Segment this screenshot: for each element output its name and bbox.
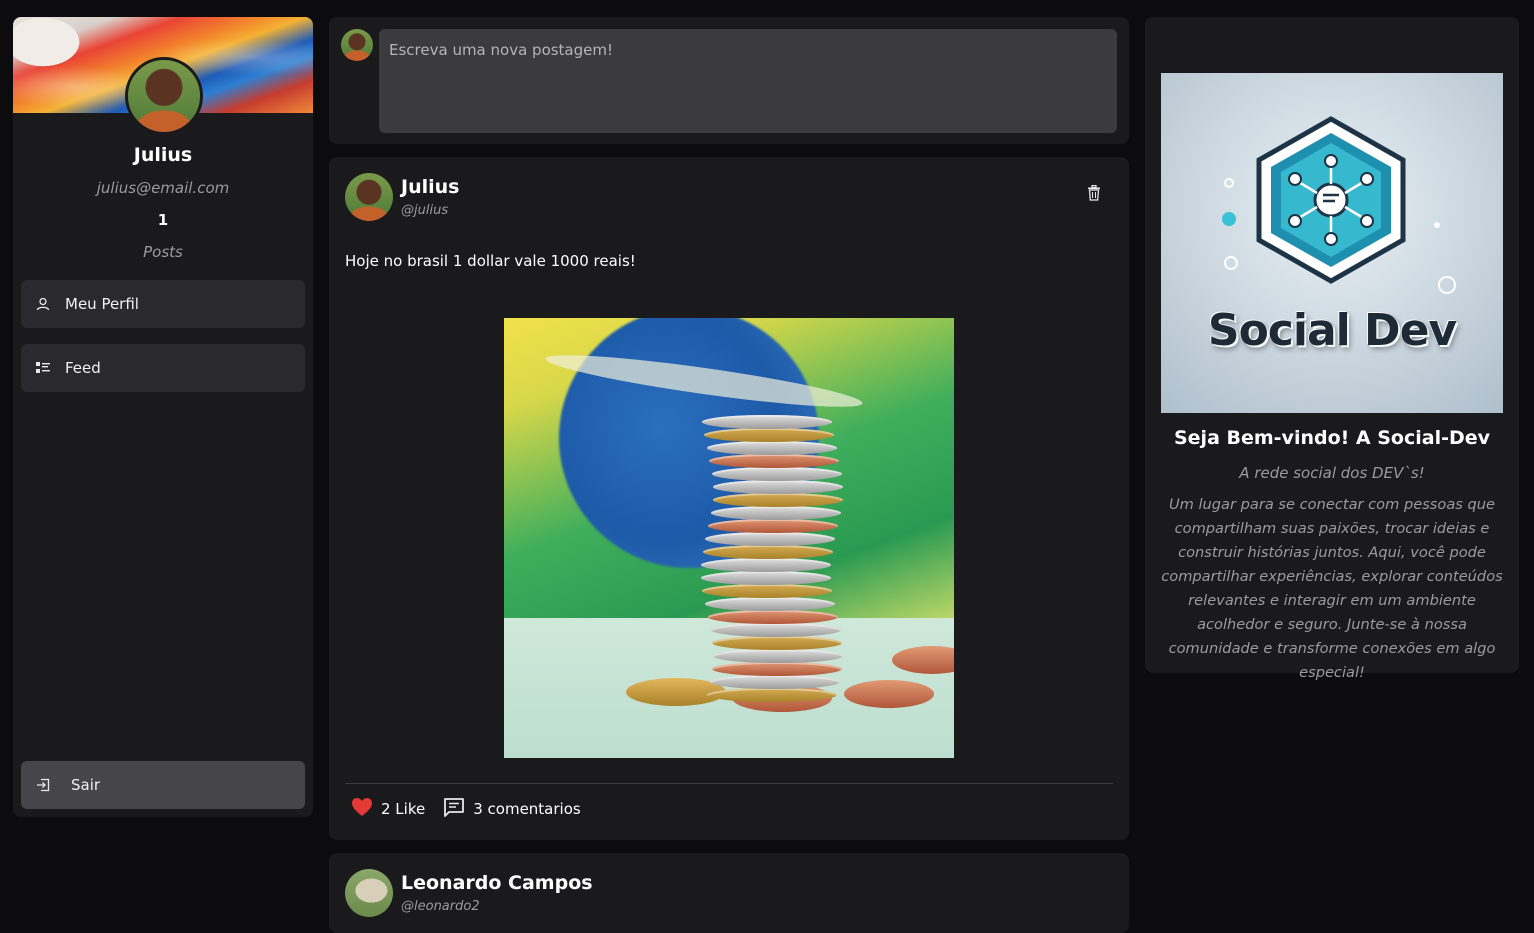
stacked-coin [708, 519, 839, 533]
logout-label: Sair [71, 776, 101, 794]
logout-button[interactable]: Sair [21, 761, 305, 809]
stacked-coin [712, 480, 843, 494]
stacked-coin [705, 532, 836, 546]
list-icon [33, 362, 53, 374]
like-count: 2 Like [381, 800, 426, 818]
feed-label: Feed [65, 359, 101, 377]
profile-name: Julius [133, 144, 193, 166]
post-author-handle: @julius [401, 203, 449, 218]
comments-button[interactable]: 3 comentarios [443, 797, 581, 821]
new-post-input[interactable] [379, 29, 1117, 133]
social-dev-logo: Social Dev [1161, 73, 1503, 413]
stacked-coin [712, 493, 843, 507]
my-profile-label: Meu Perfil [65, 295, 139, 313]
stacked-coin [703, 428, 834, 442]
user-icon [33, 297, 53, 311]
profile-post-count: 1 [157, 211, 169, 229]
like-button[interactable]: 2 Like [351, 797, 425, 821]
logout-icon [33, 778, 53, 792]
stacked-coin [712, 662, 843, 676]
profile-avatar[interactable] [125, 57, 203, 135]
post-author-name[interactable]: Leonardo Campos [401, 872, 593, 894]
welcome-panel: Social Dev Seja Bem-vindo! A Social-Dev … [1145, 17, 1519, 681]
post-author-handle: @leonardo2 [401, 899, 480, 914]
post-card: Leonardo Campos @leonardo2 [329, 853, 1129, 933]
trash-icon[interactable] [1087, 184, 1105, 203]
loose-coin [844, 680, 934, 708]
post-author-avatar[interactable] [345, 869, 393, 917]
stacked-coin [702, 584, 833, 598]
post-author-avatar[interactable] [345, 173, 393, 221]
profile-sidebar: Julius julius@email.com 1 Posts Meu Perf… [13, 17, 313, 817]
welcome-title: Seja Bem-vindo! A Social-Dev [1173, 427, 1491, 449]
profile-email: julius@email.com [96, 179, 230, 197]
stacked-coin [712, 649, 843, 663]
decorative-dots [1222, 178, 1456, 294]
post-author-name[interactable]: Julius [401, 176, 459, 198]
stacked-coin [710, 506, 841, 520]
stacked-coin [711, 467, 842, 481]
comment-count: 3 comentarios [473, 800, 581, 818]
stacked-coin [709, 454, 840, 468]
post-card: Julius @julius Hoje no brasil 1 dollar v… [329, 157, 1129, 840]
stacked-coin [701, 571, 832, 585]
post-divider [345, 783, 1113, 784]
stacked-coin [710, 623, 841, 637]
comment-icon [443, 797, 465, 821]
welcome-subtitle: A rede social dos DEV`s! [1239, 464, 1425, 482]
stacked-coin [701, 558, 832, 572]
stacked-coin [712, 636, 843, 650]
stacked-coin [704, 597, 835, 611]
logo-text: Social Dev [1207, 305, 1457, 356]
my-profile-button[interactable]: Meu Perfil [21, 280, 305, 328]
post-text: Hoje no brasil 1 dollar vale 1000 reais! [345, 252, 636, 270]
stacked-coin [701, 415, 832, 429]
stacked-coin [706, 441, 837, 455]
welcome-description: Um lugar para se conectar com pessoas qu… [1161, 496, 1503, 681]
profile-posts-label: Posts [143, 243, 183, 261]
feed-button[interactable]: Feed [21, 344, 305, 392]
stacked-coin [707, 610, 838, 624]
post-image[interactable] [504, 318, 954, 758]
stacked-coin [702, 545, 833, 559]
stacked-coin [709, 675, 840, 689]
new-post-composer [329, 17, 1129, 144]
heart-icon [351, 797, 373, 821]
composer-avatar [341, 29, 373, 61]
stacked-coin [707, 688, 837, 702]
post-actions: 2 Like 3 comentarios [351, 797, 599, 821]
